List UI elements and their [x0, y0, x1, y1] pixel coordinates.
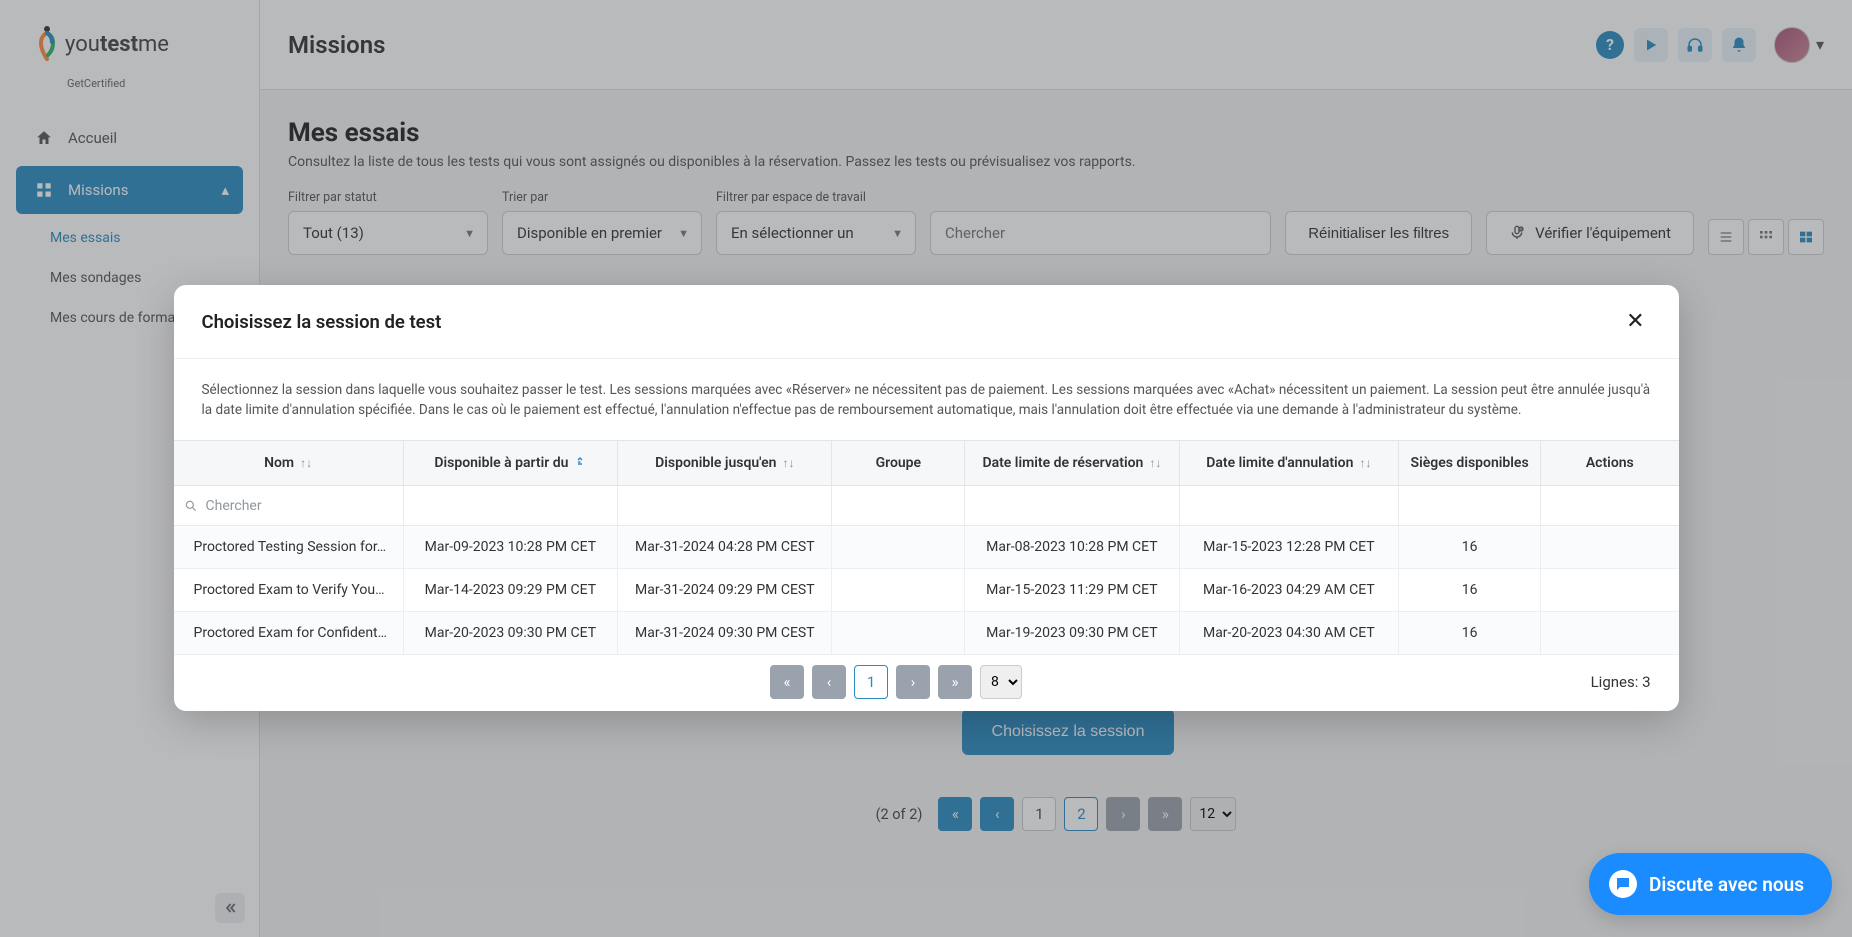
- modal-page-last-button[interactable]: »: [938, 665, 972, 699]
- table-row[interactable]: Proctored Exam for Confident… Mar-20-202…: [174, 612, 1679, 655]
- col-header-available-until[interactable]: Disponible jusqu'en↑↓: [618, 441, 832, 486]
- cell-name: Proctored Exam for Confident…: [174, 612, 404, 655]
- cell-actions: [1541, 612, 1679, 655]
- cell-from: Mar-09-2023 10:28 PM CET: [403, 526, 617, 569]
- sort-icon: ↑↓: [1149, 456, 1161, 470]
- cell-actions: [1541, 526, 1679, 569]
- cell-until: Mar-31-2024 09:29 PM CEST: [618, 569, 832, 612]
- sort-icon: ↑↓: [300, 456, 312, 470]
- col-header-booking-deadline[interactable]: Date limite de réservation↑↓: [965, 441, 1179, 486]
- cell-cancel: Mar-16-2023 04:29 AM CET: [1179, 569, 1399, 612]
- cell-cancel: Mar-15-2023 12:28 PM CET: [1179, 526, 1399, 569]
- cell-until: Mar-31-2024 09:30 PM CEST: [618, 612, 832, 655]
- col-header-seats[interactable]: Sièges disponibles: [1399, 441, 1541, 486]
- chat-label: Discute avec nous: [1649, 873, 1804, 896]
- modal-page-number-1[interactable]: 1: [854, 665, 888, 699]
- modal-pagination: « ‹ 1 › » 8: [770, 665, 1022, 699]
- col-header-actions[interactable]: Actions: [1541, 441, 1679, 486]
- modal-overlay: Choisissez la session de test ✕ Sélectio…: [0, 0, 1852, 937]
- cell-cancel: Mar-20-2023 04:30 AM CET: [1179, 612, 1399, 655]
- modal-page-size-select[interactable]: 8: [980, 665, 1022, 699]
- cell-booking: Mar-15-2023 11:29 PM CET: [965, 569, 1179, 612]
- modal-page-next-button[interactable]: ›: [896, 665, 930, 699]
- col-header-name[interactable]: Nom↑↓: [174, 441, 404, 486]
- col-header-group[interactable]: Groupe: [832, 441, 965, 486]
- cell-from: Mar-20-2023 09:30 PM CET: [403, 612, 617, 655]
- cell-actions: [1541, 569, 1679, 612]
- cell-name: Proctored Exam to Verify You…: [174, 569, 404, 612]
- cell-group: [832, 612, 965, 655]
- col-header-available-from[interactable]: Disponible à partir du: [403, 441, 617, 486]
- sort-icon: ↑↓: [1359, 456, 1371, 470]
- sort-asc-icon: [574, 456, 586, 470]
- chat-icon: [1609, 870, 1637, 898]
- modal-page-prev-button[interactable]: ‹: [812, 665, 846, 699]
- cell-seats: 16: [1399, 569, 1541, 612]
- cell-name: Proctored Testing Session for…: [174, 526, 404, 569]
- cell-seats: 16: [1399, 526, 1541, 569]
- chat-widget[interactable]: Discute avec nous: [1589, 853, 1832, 915]
- cell-booking: Mar-08-2023 10:28 PM CET: [965, 526, 1179, 569]
- modal-close-button[interactable]: ✕: [1620, 305, 1650, 338]
- cell-group: [832, 569, 965, 612]
- modal-title: Choisissez la session de test: [202, 311, 442, 333]
- cell-booking: Mar-19-2023 09:30 PM CET: [965, 612, 1179, 655]
- col-header-cancel-deadline[interactable]: Date limite d'annulation↑↓: [1179, 441, 1399, 486]
- session-modal: Choisissez la session de test ✕ Sélectio…: [174, 285, 1679, 711]
- sessions-table: Nom↑↓ Disponible à partir du Disponible …: [174, 440, 1679, 655]
- cell-seats: 16: [1399, 612, 1541, 655]
- cell-group: [832, 526, 965, 569]
- table-search-name[interactable]: Chercher: [184, 498, 393, 514]
- cell-from: Mar-14-2023 09:29 PM CET: [403, 569, 617, 612]
- modal-page-first-button[interactable]: «: [770, 665, 804, 699]
- cell-until: Mar-31-2024 04:28 PM CEST: [618, 526, 832, 569]
- modal-lines-label: Lignes: 3: [1591, 673, 1651, 691]
- table-row[interactable]: Proctored Testing Session for… Mar-09-20…: [174, 526, 1679, 569]
- sort-icon: ↑↓: [782, 456, 794, 470]
- table-row[interactable]: Proctored Exam to Verify You… Mar-14-202…: [174, 569, 1679, 612]
- modal-description: Sélectionnez la session dans laquelle vo…: [174, 359, 1679, 440]
